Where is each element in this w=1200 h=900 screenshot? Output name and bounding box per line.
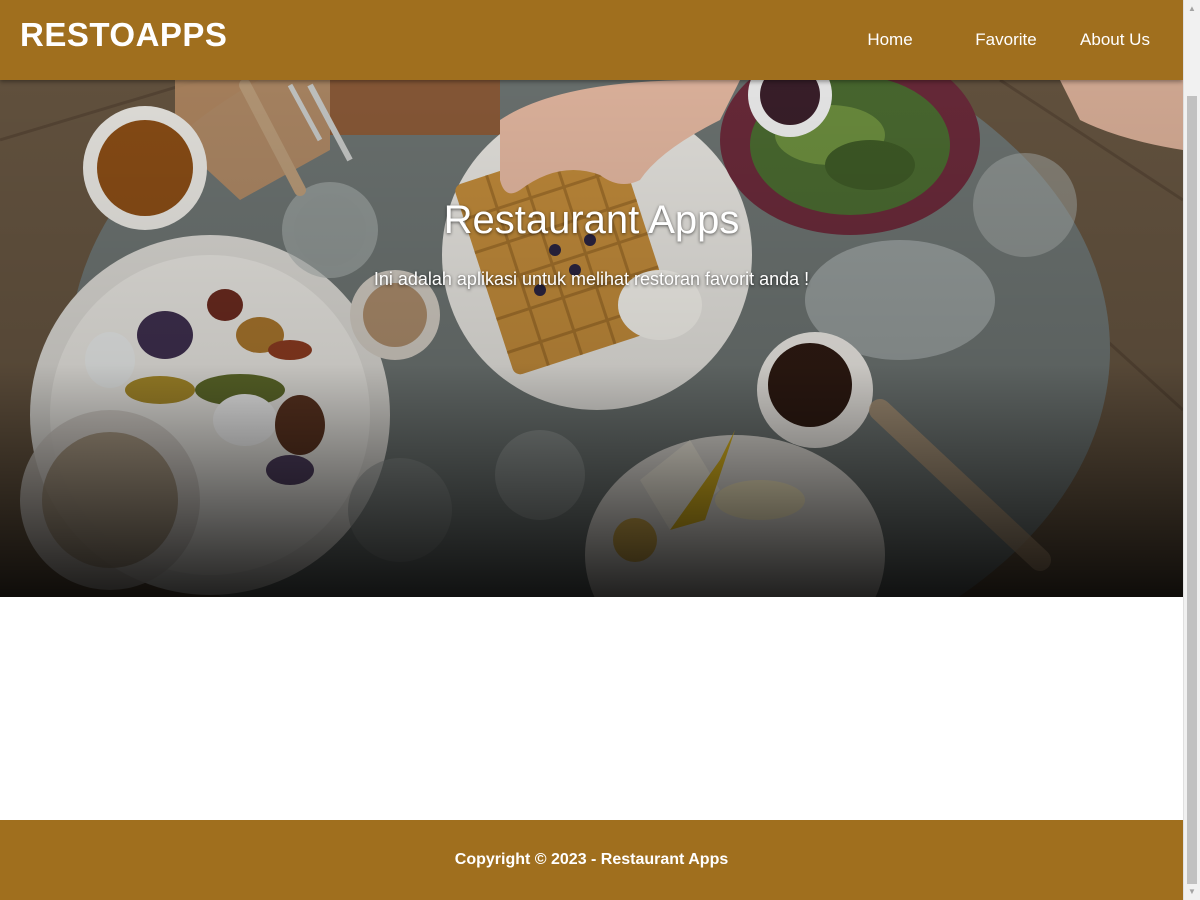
nav-link-about-us[interactable]: About Us xyxy=(1064,30,1166,50)
copyright-text: Copyright © 2023 - Restaurant Apps xyxy=(454,851,729,868)
main-nav: Home Favorite About Us xyxy=(832,0,1183,80)
scroll-up-icon[interactable]: ▲ xyxy=(1184,0,1200,17)
page: RESTOAPPS Home Favorite About Us Restaur… xyxy=(0,0,1183,900)
brand-logo[interactable]: RESTOAPPS xyxy=(20,16,227,54)
nav-link-home[interactable]: Home xyxy=(832,30,948,50)
hero-title: Restaurant Apps xyxy=(443,198,740,242)
scroll-down-icon[interactable]: ▼ xyxy=(1184,883,1200,900)
hero-subtitle: Ini adalah aplikasi untuk melihat restor… xyxy=(373,269,810,289)
vertical-scrollbar[interactable]: ▲ ▼ xyxy=(1183,0,1200,900)
footer: Copyright © 2023 - Restaurant Apps xyxy=(0,820,1183,900)
hero-banner: Restaurant Apps Ini adalah aplikasi untu… xyxy=(0,80,1183,597)
main-content xyxy=(0,597,1183,820)
scrollbar-thumb[interactable] xyxy=(1187,96,1197,884)
hero-gradient-overlay xyxy=(0,80,1183,597)
nav-link-favorite[interactable]: Favorite xyxy=(948,30,1064,50)
app-bar: RESTOAPPS Home Favorite About Us xyxy=(0,0,1183,80)
